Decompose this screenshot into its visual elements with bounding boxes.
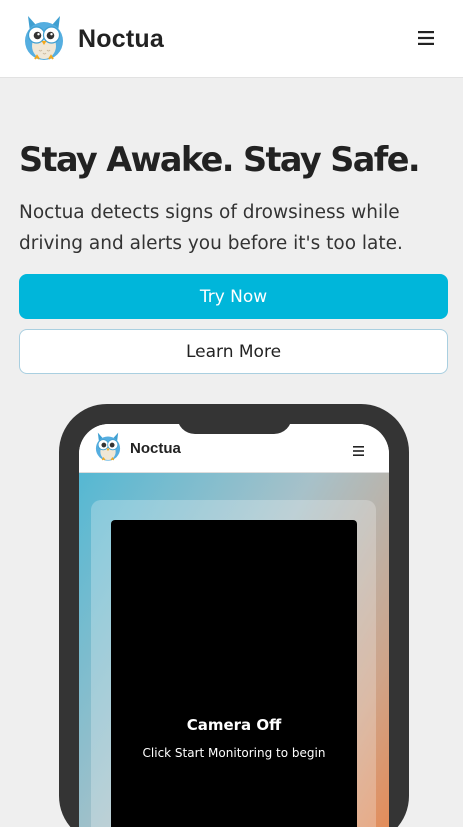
preview-menu-button — [353, 441, 371, 456]
preview-hero: Camera Off Click Start Monitoring to beg… — [79, 473, 389, 827]
phone-notch — [177, 404, 292, 434]
hamburger-menu-button[interactable] — [410, 26, 442, 52]
hamburger-menu-icon — [418, 30, 434, 49]
learn-more-button[interactable]: Learn More — [19, 329, 448, 374]
camera-hint: Click Start Monitoring to begin — [142, 746, 326, 760]
app-name: Noctua — [78, 24, 164, 53]
hamburger-menu-icon — [353, 441, 364, 460]
hero-description: Noctua detects signs of drowsiness while… — [19, 202, 403, 254]
owl-logo-icon — [22, 12, 66, 66]
preview-brand: Noctua — [94, 432, 181, 464]
preview-app-name: Noctua — [130, 439, 181, 457]
camera-feed: Camera Off Click Start Monitoring to beg… — [111, 520, 357, 827]
phone-screen: Noctua Camera Off Click Start Monitoring… — [79, 424, 389, 827]
hero-title: Stay Awake. Stay Safe. — [19, 140, 421, 179]
brand[interactable]: Noctua — [22, 14, 164, 64]
try-now-button[interactable]: Try Now — [19, 274, 448, 319]
owl-logo-icon — [94, 430, 122, 466]
camera-status: Camera Off — [186, 716, 282, 734]
top-bar: Noctua — [0, 0, 463, 78]
